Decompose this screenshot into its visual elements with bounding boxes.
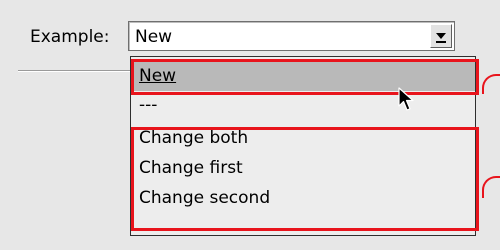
combobox-value: New — [135, 27, 173, 47]
highlight-box-change-items — [131, 127, 479, 231]
annotation-leader-line — [482, 74, 500, 94]
dialog-panel: Example: New New --- Change both Change … — [0, 0, 500, 250]
example-label: Example: — [30, 27, 110, 47]
dropdown-item-label: --- — [139, 95, 158, 115]
mouse-cursor-icon — [398, 87, 414, 111]
example-combobox[interactable]: New — [128, 21, 455, 51]
annotation-leader-line — [482, 176, 500, 198]
combobox-dropdown-button[interactable] — [430, 24, 452, 48]
separator-line — [18, 70, 132, 72]
chevron-down-icon — [436, 33, 446, 43]
highlight-box-new — [131, 59, 479, 95]
dropdown-item-separator[interactable]: --- — [131, 91, 475, 120]
